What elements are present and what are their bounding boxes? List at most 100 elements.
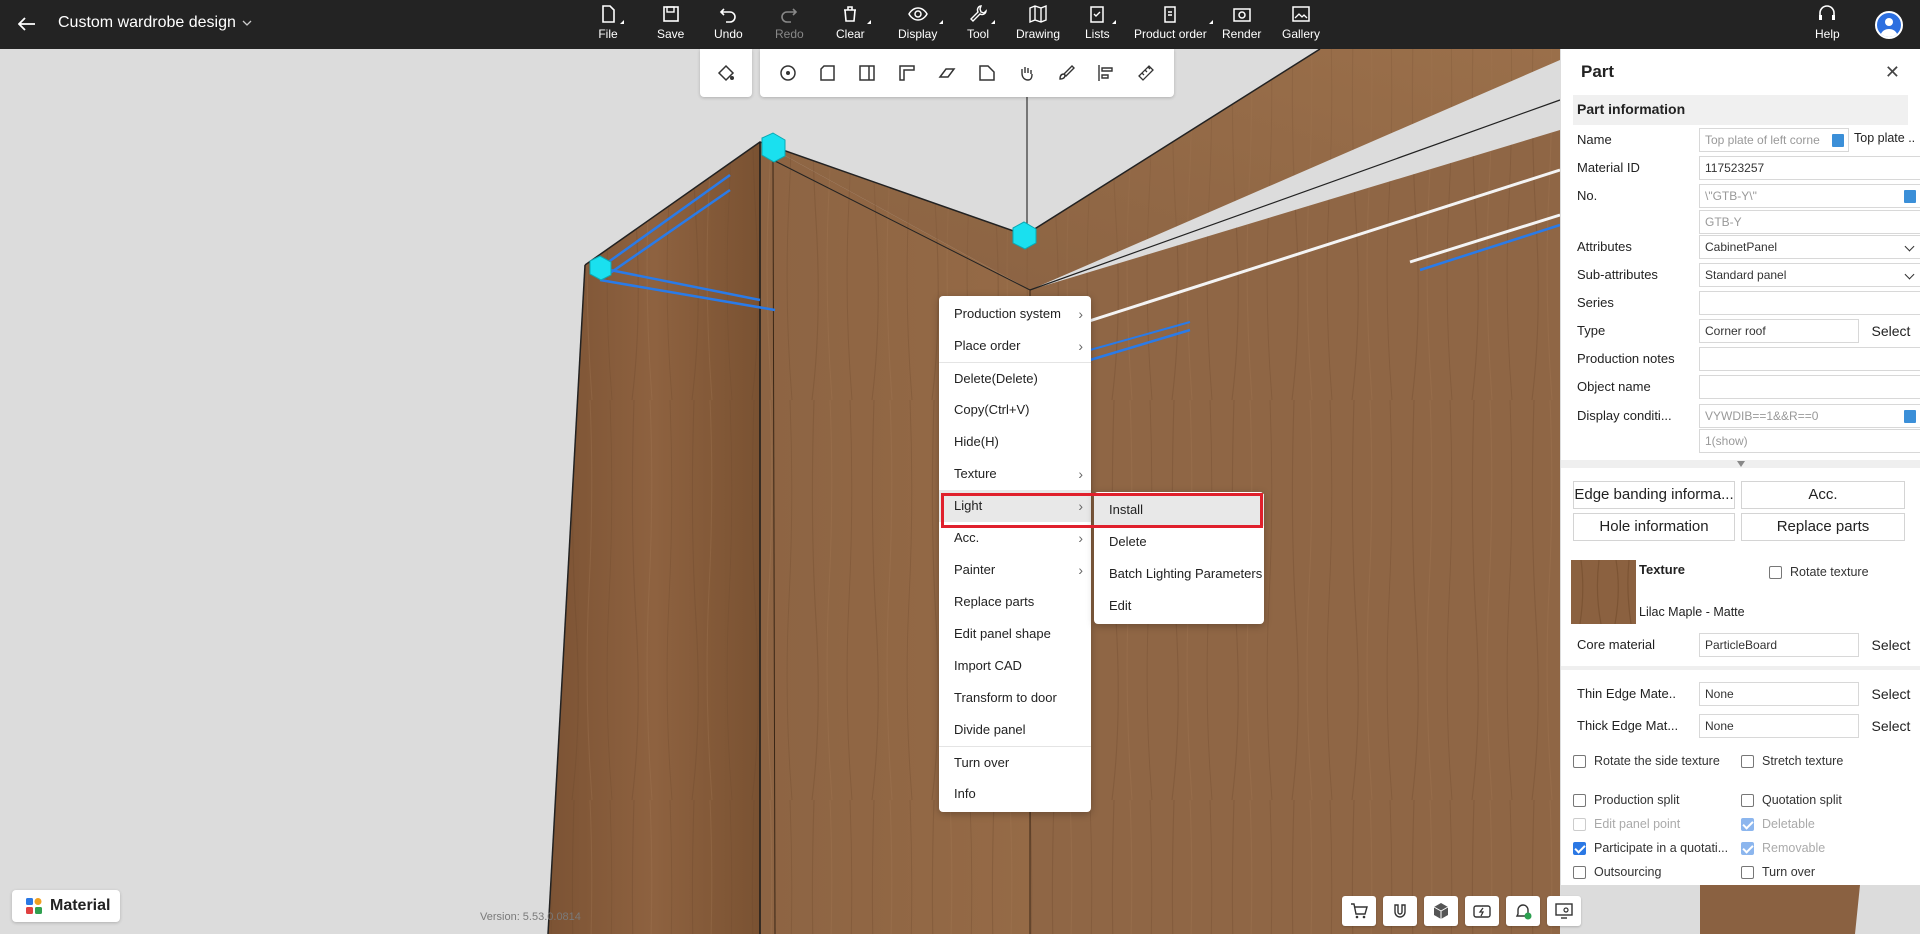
align-left-icon[interactable]	[1094, 61, 1118, 85]
option-checkbox[interactable]: Stretch texture	[1741, 754, 1843, 768]
acc-button[interactable]: Acc.	[1741, 481, 1905, 509]
checkbox-box[interactable]	[1741, 865, 1754, 879]
section-part-information[interactable]: Part information	[1573, 95, 1908, 125]
toolbar-product-order-button[interactable]: Product order	[1134, 4, 1213, 46]
object-name-field[interactable]	[1699, 375, 1920, 399]
toolbar-undo-button[interactable]: Undo	[714, 4, 743, 46]
light-submenu-item[interactable]: Install	[1094, 494, 1264, 526]
project-title[interactable]: Custom wardrobe design	[58, 14, 252, 32]
corner-panel-icon[interactable]	[816, 61, 840, 85]
toolbar-clear-label: Clear	[836, 27, 865, 41]
thick-edge-field[interactable]: None	[1699, 714, 1859, 738]
material-button[interactable]: Material	[12, 890, 120, 922]
checkbox-box[interactable]	[1573, 865, 1586, 879]
name-field[interactable]: Top plate of left corne	[1699, 128, 1849, 152]
checkbox-box[interactable]	[1741, 793, 1754, 807]
light-submenu-item[interactable]: Batch Lighting Parameters	[1094, 558, 1264, 590]
chamfer-panel-icon[interactable]	[975, 61, 999, 85]
user-avatar[interactable]	[1875, 11, 1903, 39]
option-checkbox[interactable]: Participate in a quotati...	[1573, 841, 1728, 855]
ruler-icon[interactable]	[1134, 61, 1158, 85]
target-icon[interactable]	[776, 61, 800, 85]
toolbar-clear-button[interactable]: Clear	[836, 4, 871, 46]
rotate-texture-checkbox[interactable]: Rotate texture	[1769, 565, 1869, 579]
type-select-button[interactable]: Select	[1861, 319, 1920, 343]
option-checkbox[interactable]: Quotation split	[1741, 793, 1842, 807]
option-checkbox[interactable]: Outsourcing	[1573, 865, 1661, 879]
rotate-texture-box[interactable]	[1769, 565, 1782, 579]
core-material-field[interactable]: ParticleBoard	[1699, 633, 1859, 657]
context-menu-item[interactable]: Texture ›	[939, 458, 1091, 490]
checkbox-box[interactable]	[1741, 754, 1754, 768]
thin-edge-select-button[interactable]: Select	[1861, 682, 1920, 706]
context-menu-item[interactable]: Hide(H)	[939, 426, 1091, 458]
cube-icon[interactable]	[1424, 896, 1458, 926]
toolbar-drawing-button[interactable]: Drawing	[1016, 4, 1060, 46]
hand-tool-icon[interactable]	[1015, 61, 1039, 85]
cart-icon[interactable]	[1342, 896, 1376, 926]
context-menu-item[interactable]: Light ›	[939, 490, 1091, 522]
context-menu-item[interactable]: Divide panel	[939, 714, 1091, 746]
replace-parts-button[interactable]: Replace parts	[1741, 513, 1905, 541]
context-menu-item[interactable]: Info	[939, 778, 1091, 810]
bevel-icon[interactable]	[935, 61, 959, 85]
toolbar-tool-button[interactable]: Tool	[967, 4, 996, 46]
context-menu-item[interactable]: Turn over	[939, 746, 1091, 778]
calculator-icon[interactable]	[1832, 134, 1844, 147]
context-menu-item[interactable]: Copy(Ctrl+V)	[939, 394, 1091, 426]
thick-edge-select-button[interactable]: Select	[1861, 714, 1920, 738]
checkbox-box[interactable]	[1573, 841, 1586, 855]
split-panel-icon[interactable]	[855, 61, 879, 85]
option-checkbox[interactable]: Production split	[1573, 793, 1679, 807]
attributes-select[interactable]: CabinetPanel	[1699, 235, 1920, 259]
toolbar-help-button[interactable]: Help	[1815, 4, 1840, 46]
toolbar-render-button[interactable]: Render	[1222, 4, 1261, 46]
context-menu-item[interactable]: Production system ›	[939, 298, 1091, 330]
context-menu-item[interactable]: Place order ›	[939, 330, 1091, 362]
toolbar-lists-button[interactable]: Lists	[1085, 4, 1116, 46]
option-checkbox[interactable]: Turn over	[1741, 865, 1815, 879]
type-field[interactable]: Corner roof	[1699, 319, 1859, 343]
calculator-icon[interactable]	[1904, 410, 1916, 423]
subattributes-select[interactable]: Standard panel	[1699, 263, 1920, 287]
material-id-field[interactable]: 117523257	[1699, 156, 1920, 180]
magnet-icon[interactable]	[1383, 896, 1417, 926]
calculator-icon[interactable]	[1904, 190, 1916, 203]
close-icon[interactable]: ✕	[1885, 62, 1900, 83]
notification-check-icon[interactable]	[1506, 896, 1540, 926]
series-field[interactable]	[1699, 291, 1920, 315]
thin-edge-field[interactable]: None	[1699, 682, 1859, 706]
toolbar-display-button[interactable]: Display	[898, 4, 944, 46]
edge-banding-button[interactable]: Edge banding informa...	[1573, 481, 1735, 509]
checkbox-box[interactable]	[1573, 793, 1586, 807]
no-field[interactable]: \"GTB-Y\"	[1699, 184, 1920, 208]
toolbar-file-button[interactable]: File	[598, 4, 624, 46]
toolbar-save-button[interactable]: Save	[657, 4, 684, 46]
checkbox-box[interactable]	[1573, 754, 1586, 768]
context-menu-item[interactable]: Replace parts	[939, 586, 1091, 618]
option-checkbox[interactable]: Rotate the side texture	[1573, 754, 1720, 768]
production-notes-field[interactable]	[1699, 347, 1920, 371]
context-menu-item[interactable]: Delete(Delete)	[939, 362, 1091, 394]
context-menu-item[interactable]: Acc. ›	[939, 522, 1091, 554]
checkbox-label: Production split	[1594, 793, 1680, 807]
brush-icon[interactable]	[1054, 61, 1078, 85]
toolbar-gallery-button[interactable]: Gallery	[1282, 4, 1320, 46]
light-submenu-item[interactable]: Edit	[1094, 590, 1264, 622]
light-submenu-item[interactable]: Delete	[1094, 526, 1264, 558]
toolbar-redo-button[interactable]: Redo	[775, 4, 804, 46]
l-panel-icon[interactable]	[895, 61, 919, 85]
display-condition-field[interactable]: VYWDIB==1&&R==0	[1699, 404, 1920, 428]
texture-swatch[interactable]	[1571, 559, 1636, 625]
context-menu-item[interactable]: Edit panel shape	[939, 618, 1091, 650]
context-menu-item[interactable]: Painter ›	[939, 554, 1091, 586]
collapse-divider[interactable]	[1561, 460, 1920, 468]
screenshot-icon[interactable]	[1465, 896, 1499, 926]
paint-bucket-icon[interactable]	[714, 61, 738, 85]
context-menu-item[interactable]: Transform to door	[939, 682, 1091, 714]
context-menu-item[interactable]: Import CAD	[939, 650, 1091, 682]
hole-information-button[interactable]: Hole information	[1573, 513, 1735, 541]
back-arrow-icon[interactable]	[14, 11, 40, 37]
monitor-settings-icon[interactable]	[1547, 896, 1581, 926]
core-material-select-button[interactable]: Select	[1861, 633, 1920, 657]
